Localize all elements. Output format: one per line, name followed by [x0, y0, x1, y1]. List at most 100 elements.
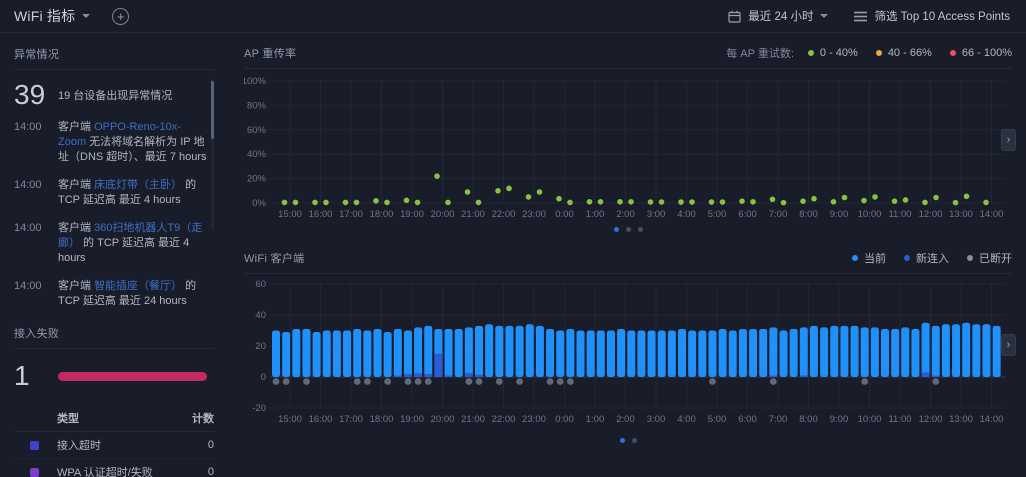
time-range-value: 最近 24 小时 — [748, 11, 814, 23]
svg-text:21:00: 21:00 — [461, 209, 485, 220]
svg-text:7:00: 7:00 — [769, 414, 788, 425]
svg-text:1:00: 1:00 — [586, 209, 605, 220]
clients-chart-legend: 当前 新连入 已断开 — [852, 250, 1012, 266]
pager-dot[interactable] — [613, 227, 619, 232]
client-link[interactable]: 床底灯带（主卧） — [94, 179, 182, 191]
chevron-down-icon — [82, 14, 91, 18]
anomaly-scrollbar — [211, 79, 214, 229]
retry-chart-legend: 每 AP 重试数: 0 - 40% 40 - 66% 66 - 100% — [726, 45, 1012, 61]
svg-text:17:00: 17:00 — [339, 414, 363, 425]
failure-count: 1 — [14, 360, 30, 391]
page-title[interactable]: WiFi 指标 — [14, 6, 75, 26]
filter-label: 筛选 Top 10 Access Points — [874, 11, 1010, 23]
failure-table-row: 接入超时 0 — [14, 432, 214, 459]
charts-area: AP 重传率 每 AP 重试数: 0 - 40% 40 - 66% 66 - 100… — [240, 33, 1026, 477]
alert-text: 客户端 床底灯带（主卧） 的 TCP 延迟高 最近 4 hours — [58, 179, 197, 206]
legend-item[interactable]: 已断开 — [967, 250, 1012, 266]
svg-text:18:00: 18:00 — [370, 414, 394, 425]
svg-text:21:00: 21:00 — [461, 414, 485, 425]
alert-time: 14:00 — [14, 222, 42, 234]
svg-text:18:00: 18:00 — [370, 209, 394, 220]
retry-legend-label: 每 AP 重试数: — [726, 48, 794, 60]
failure-count-value: 0 — [207, 439, 214, 451]
alert-time: 14:00 — [14, 280, 42, 292]
retry-chart-title: AP 重传率 — [244, 48, 297, 60]
col-count: 计数 — [192, 413, 214, 425]
legend-dot-icon — [852, 255, 858, 261]
anomaly-scrollbar-thumb[interactable] — [211, 81, 214, 139]
clients-chart-next-button[interactable]: › — [1001, 334, 1016, 356]
clients-chart-title: WiFi 客户端 — [244, 253, 305, 265]
alert-text: 客户端 OPPO-Reno-10x-Zoom 无法将域名解析为 IP 地址（DN… — [58, 121, 207, 163]
svg-text:5:00: 5:00 — [708, 209, 727, 220]
access-failures-section-title: 接入失败 — [14, 328, 60, 340]
legend-item[interactable]: 新连入 — [904, 250, 949, 266]
add-metric-button[interactable]: + — [112, 7, 130, 25]
svg-text:8:00: 8:00 — [799, 414, 818, 425]
anomaly-list: 14:00 客户端 OPPO-Reno-10x-Zoom 无法将域名解析为 IP … — [14, 120, 214, 309]
svg-text:60%: 60% — [247, 125, 267, 136]
alert-time: 14:00 — [14, 121, 42, 133]
svg-text:11:00: 11:00 — [888, 414, 911, 425]
svg-text:8:00: 8:00 — [799, 209, 818, 220]
alert-item: 14:00 客户端 智能插座（餐厅） 的 TCP 延迟高 最近 24 hours — [14, 279, 214, 309]
svg-text:3:00: 3:00 — [647, 414, 666, 425]
svg-text:16:00: 16:00 — [309, 209, 333, 220]
pager-dot[interactable] — [619, 438, 625, 443]
svg-text:100%: 100% — [244, 76, 267, 87]
svg-text:10:00: 10:00 — [858, 414, 882, 425]
svg-text:22:00: 22:00 — [492, 414, 516, 425]
legend-dot-icon — [807, 50, 814, 56]
svg-text:20%: 20% — [247, 174, 267, 185]
client-link[interactable]: 智能插座（餐厅） — [94, 280, 182, 292]
svg-text:13:00: 13:00 — [949, 414, 973, 425]
svg-text:9:00: 9:00 — [830, 209, 849, 220]
svg-text:11:00: 11:00 — [888, 209, 911, 220]
alert-time: 14:00 — [14, 179, 42, 191]
failure-table-header: 类型 计数 — [14, 405, 214, 432]
svg-text:13:00: 13:00 — [949, 209, 973, 220]
svg-text:14:00: 14:00 — [980, 414, 1004, 425]
failure-count-value: 0 — [207, 466, 214, 477]
anomaly-count: 39 — [14, 79, 46, 110]
pager-dot[interactable] — [631, 438, 637, 443]
svg-text:2:00: 2:00 — [616, 209, 635, 220]
top-bar: WiFi 指标 + 最近 24 小时 筛选 Top 10 Access Poin… — [0, 0, 1026, 33]
legend-item[interactable]: 0 - 40% — [807, 47, 858, 59]
svg-text:0: 0 — [261, 372, 266, 383]
retry-chart-next-button[interactable]: › — [1001, 129, 1016, 151]
alert-item: 14:00 客户端 360扫地机器人T9（走廊） 的 TCP 延迟高 最近 4 h… — [14, 221, 214, 266]
svg-text:0:00: 0:00 — [555, 414, 574, 425]
col-type: 类型 — [57, 413, 79, 425]
filter-top10-button[interactable]: 筛选 Top 10 Access Points — [854, 8, 1010, 24]
failure-type-label: 接入超时 — [57, 440, 101, 452]
svg-text:15:00: 15:00 — [278, 414, 302, 425]
legend-item[interactable]: 40 - 66% — [875, 47, 932, 59]
clients-bar-chart: 60 40 20 0 -20 15:00 16:00 17:00 18:00 19:00 20:00… — [252, 279, 1006, 425]
svg-text:23:00: 23:00 — [522, 209, 546, 220]
svg-text:5:00: 5:00 — [708, 414, 727, 425]
left-sidebar: 异常情况 39 19 台设备出现异常情况 14:00 客户端 OPPO-Reno-… — [0, 33, 240, 477]
svg-text:4:00: 4:00 — [677, 414, 696, 425]
anomaly-summary: 19 台设备出现异常情况 — [58, 90, 173, 102]
failure-bar — [58, 371, 207, 381]
legend-item[interactable]: 当前 — [852, 250, 886, 266]
retry-rate-panel: AP 重传率 每 AP 重试数: 0 - 40% 40 - 66% 66 - 100… — [244, 33, 1016, 232]
svg-text:12:00: 12:00 — [919, 209, 943, 220]
svg-text:17:00: 17:00 — [339, 209, 363, 220]
legend-dot-icon — [949, 50, 956, 56]
svg-text:23:00: 23:00 — [522, 414, 546, 425]
svg-text:15:00: 15:00 — [278, 209, 302, 220]
legend-dot-icon — [904, 255, 910, 261]
failure-type-color-swatch — [30, 467, 39, 477]
failure-table-row: WPA 认证超时/失败 0 — [14, 459, 214, 477]
alert-text: 客户端 智能插座（餐厅） 的 TCP 延迟高 最近 24 hours — [58, 280, 197, 307]
legend-item[interactable]: 66 - 100% — [949, 47, 1012, 59]
svg-text:19:00: 19:00 — [400, 414, 424, 425]
svg-text:6:00: 6:00 — [738, 414, 757, 425]
svg-text:20:00: 20:00 — [431, 209, 455, 220]
time-range-select[interactable]: 最近 24 小时 — [728, 8, 829, 24]
pager-dot[interactable] — [637, 227, 643, 232]
pager-dot[interactable] — [625, 227, 631, 232]
filter-icon — [854, 11, 868, 22]
